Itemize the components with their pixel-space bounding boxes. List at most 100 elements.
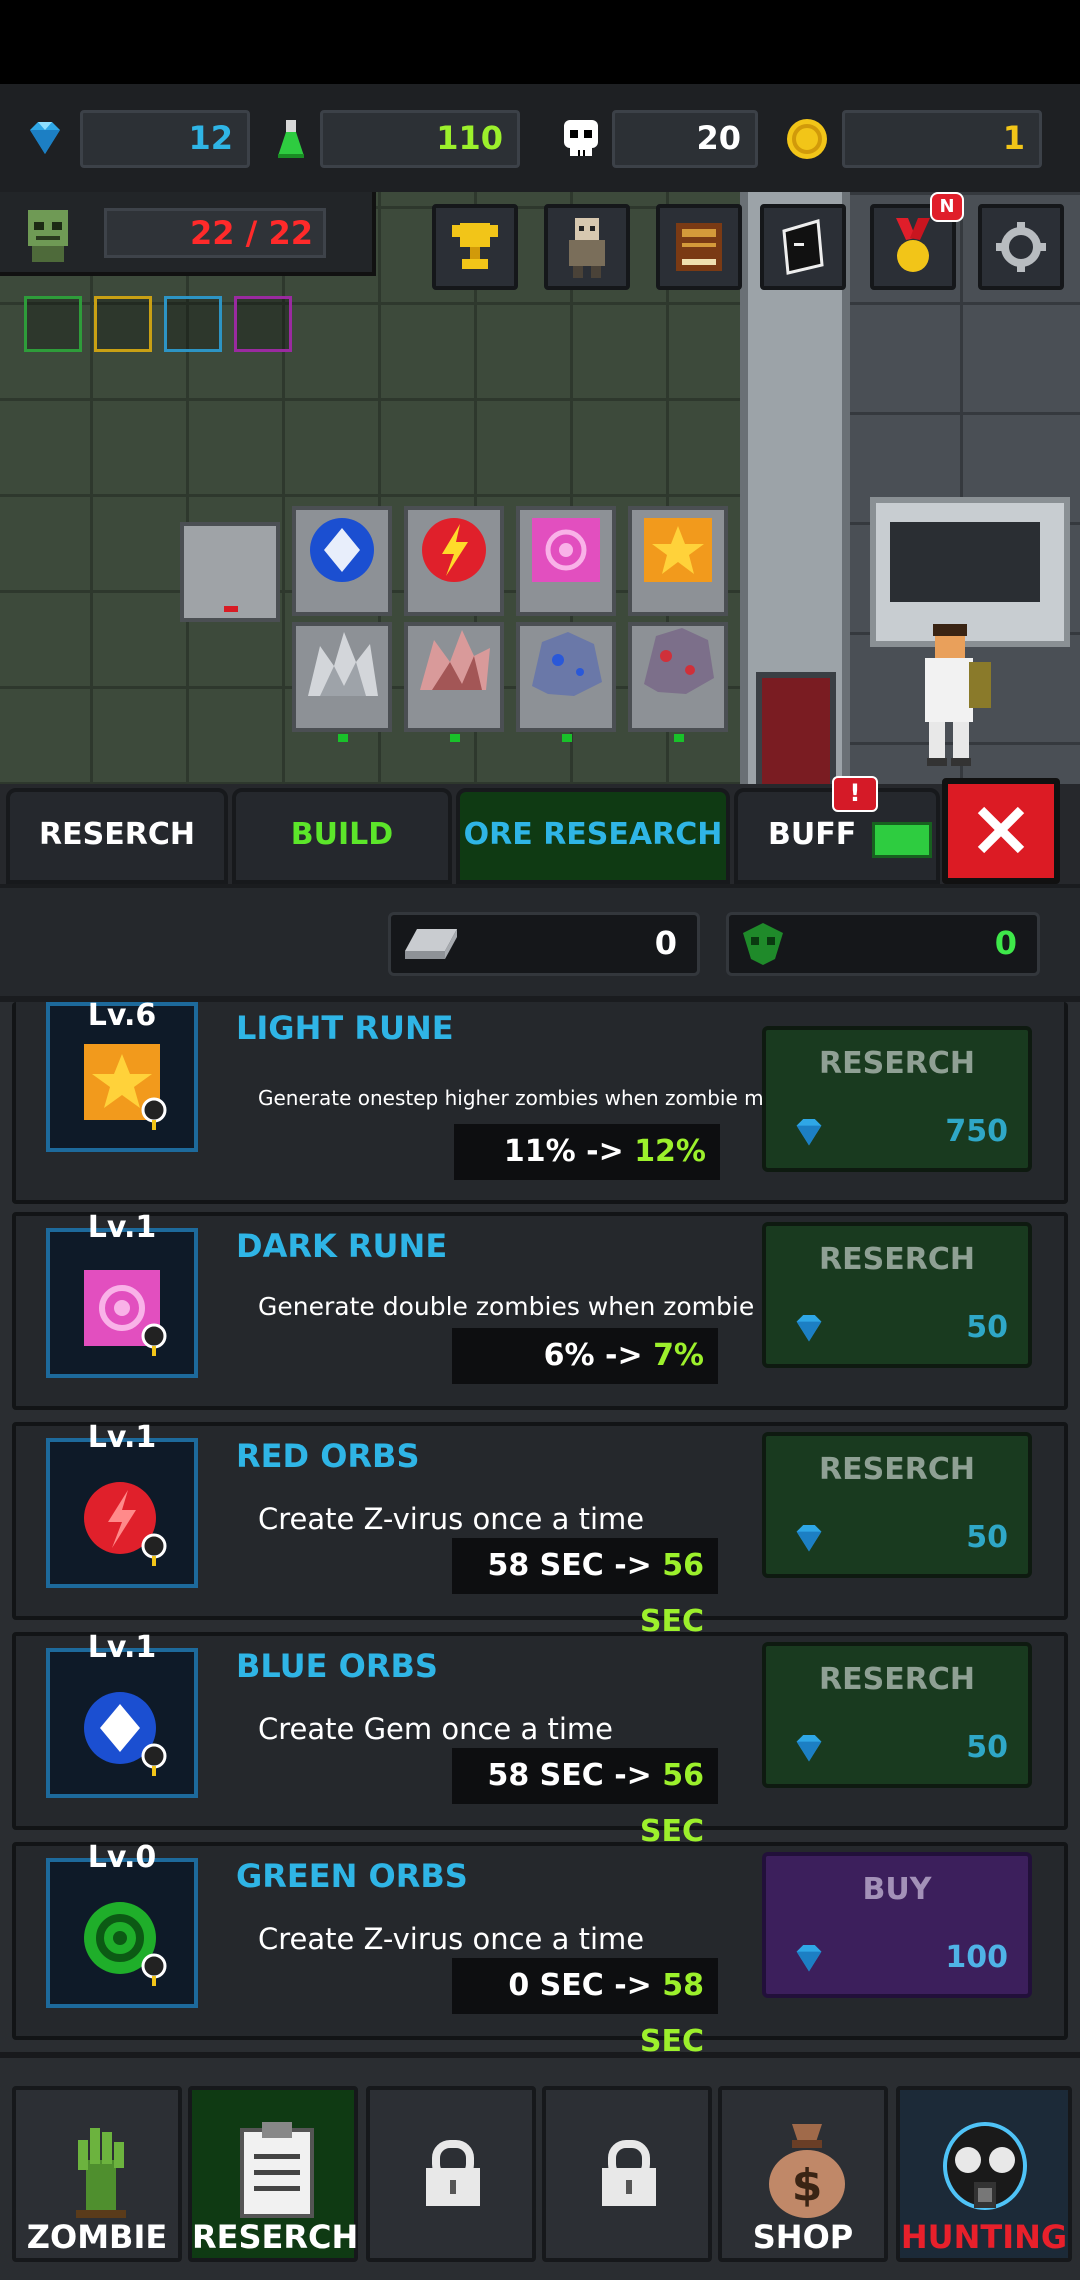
notebook-button[interactable] xyxy=(760,204,846,290)
light-rune-icon xyxy=(644,518,712,582)
research-button-label: RESERCH xyxy=(819,1452,975,1487)
buff-barrel-icon[interactable] xyxy=(234,296,292,352)
research-value: 58 SEC -> 56 SEC xyxy=(452,1538,718,1639)
red-orb-thumb xyxy=(46,1438,198,1588)
nav-shop-button[interactable]: $ SHOP xyxy=(718,2086,888,2262)
green-orb-thumb xyxy=(46,1858,198,2008)
buff-coin-2x-icon[interactable] xyxy=(94,296,152,352)
research-description: Create Gem once a time xyxy=(258,1712,613,1746)
light-rune-slot[interactable] xyxy=(628,506,728,616)
buff-potion-2x-icon[interactable] xyxy=(24,296,82,352)
slot-status-dot xyxy=(674,734,684,742)
research-value: 6% -> 7% xyxy=(452,1328,718,1384)
research-level: Lv.1 xyxy=(87,1420,157,1455)
nav-shop-label: SHOP xyxy=(752,2218,854,2256)
potion-count: 110 xyxy=(320,110,520,168)
research-card-blue-orbs: Lv.1 BLUE ORBS Create Gem once a time 58… xyxy=(12,1630,1068,1849)
book-icon xyxy=(676,223,722,271)
gem-icon xyxy=(796,1944,822,1972)
research-button[interactable]: RESERCH 750 xyxy=(762,1026,1032,1172)
red-ore-slot[interactable] xyxy=(404,622,504,742)
dark-rune-icon xyxy=(84,1270,167,1356)
gear-icon xyxy=(996,222,1046,272)
research-level: Lv.6 xyxy=(87,1002,157,1033)
computer-screen xyxy=(890,522,1040,602)
zombie-figure-icon xyxy=(569,218,605,278)
zombie-head-icon xyxy=(28,210,68,262)
research-value: 11% -> 12% xyxy=(454,1124,720,1180)
research-button-label: RESERCH xyxy=(819,1662,975,1697)
nav-locked-button-2[interactable] xyxy=(542,2086,712,2262)
research-value-to: 7% xyxy=(653,1338,704,1373)
light-rune-icon xyxy=(84,1044,167,1130)
blue-orb-thumb xyxy=(46,1648,198,1798)
medal-icon xyxy=(896,218,930,272)
research-title: RED ORBS xyxy=(236,1437,420,1475)
buff-coin-2x-alt-icon[interactable] xyxy=(164,296,222,352)
mixed-ore-icon xyxy=(644,628,714,694)
tab-research[interactable]: RESERCH xyxy=(6,788,228,884)
silver-ore-value: 0 xyxy=(654,924,677,962)
blue-orb-icon xyxy=(310,518,374,582)
research-value-to: 12% xyxy=(634,1134,706,1169)
book-button[interactable] xyxy=(656,204,742,290)
nav-locked-button-1[interactable] xyxy=(366,2086,536,2262)
trophy-button[interactable] xyxy=(432,204,518,290)
blue-orb-slot[interactable] xyxy=(292,506,392,616)
lock-icon xyxy=(602,2140,656,2206)
silver-ore-slot[interactable] xyxy=(292,622,392,742)
research-title: DARK RUNE xyxy=(236,1227,448,1265)
gas-mask-icon xyxy=(943,2122,1027,2210)
lab-door xyxy=(756,672,836,784)
research-value-from: 0 SEC -> xyxy=(508,1968,663,2003)
blue-orb-icon xyxy=(84,1692,167,1776)
medal-new-badge: N xyxy=(930,192,964,222)
research-value-from: 58 SEC -> xyxy=(487,1758,663,1793)
nav-research-button[interactable]: RESERCH xyxy=(188,2086,358,2262)
red-ore-icon xyxy=(420,630,490,690)
red-orb-slot[interactable] xyxy=(404,506,504,616)
green-ore-value: 0 xyxy=(994,924,1017,962)
alien-gem-icon xyxy=(743,923,783,965)
mixed-ore-slot[interactable] xyxy=(628,622,728,742)
nav-zombie-button[interactable]: ZOMBIE xyxy=(12,2086,182,2262)
red-orb-icon xyxy=(84,1482,167,1566)
zombie-hand-icon xyxy=(76,2128,126,2218)
tab-ore-research[interactable]: ORE RESEARCH xyxy=(456,788,730,884)
close-button[interactable] xyxy=(942,778,1060,884)
nav-research-label: RESERCH xyxy=(192,2218,359,2256)
research-button[interactable]: RESERCH 50 xyxy=(762,1642,1032,1788)
research-card-red-orbs: Lv.1 RED ORBS Create Z-virus once a time… xyxy=(12,1420,1068,1639)
coin-count: 1 xyxy=(842,110,1042,168)
buff-progress-icon xyxy=(872,822,932,858)
research-value-from: 58 SEC -> xyxy=(487,1548,663,1583)
research-value: 0 SEC -> 58 SEC xyxy=(452,1958,718,2052)
research-button[interactable]: RESERCH 50 xyxy=(762,1432,1032,1578)
research-value-from: 11% -> xyxy=(503,1134,635,1169)
silver-ingot-icon xyxy=(405,929,457,959)
research-button[interactable]: RESERCH 50 xyxy=(762,1222,1032,1368)
gem-icon xyxy=(796,1118,822,1146)
svg-text:$: $ xyxy=(792,2160,823,2211)
slot-status-dot xyxy=(338,734,348,742)
research-price: 50 xyxy=(966,1310,1008,1345)
dark-rune-slot[interactable] xyxy=(516,506,616,616)
empty-rune-slot[interactable] xyxy=(180,522,280,622)
gem-count: 12 xyxy=(80,110,250,168)
scientist-character[interactable] xyxy=(905,622,995,772)
zombie-collection-button[interactable] xyxy=(544,204,630,290)
research-title: BLUE ORBS xyxy=(236,1647,438,1685)
lock-icon xyxy=(426,2140,480,2206)
green-orb-icon xyxy=(84,1902,167,1986)
buy-button[interactable]: BUY 100 xyxy=(762,1852,1032,1998)
research-value: 58 SEC -> 56 SEC xyxy=(452,1748,718,1849)
nav-hunting-button[interactable]: HUNTING xyxy=(896,2086,1072,2262)
settings-button[interactable] xyxy=(978,204,1064,290)
notebook-icon xyxy=(782,219,824,275)
tab-build[interactable]: BUILD xyxy=(232,788,452,884)
nav-zombie-label: ZOMBIE xyxy=(26,2218,168,2256)
research-list[interactable]: Lv.6 LIGHT RUNE Generate onestep higher … xyxy=(0,1002,1080,2052)
research-level: Lv.1 xyxy=(87,1630,157,1665)
blue-ore-slot[interactable] xyxy=(516,622,616,742)
buff-alert-badge: ! xyxy=(832,776,878,812)
